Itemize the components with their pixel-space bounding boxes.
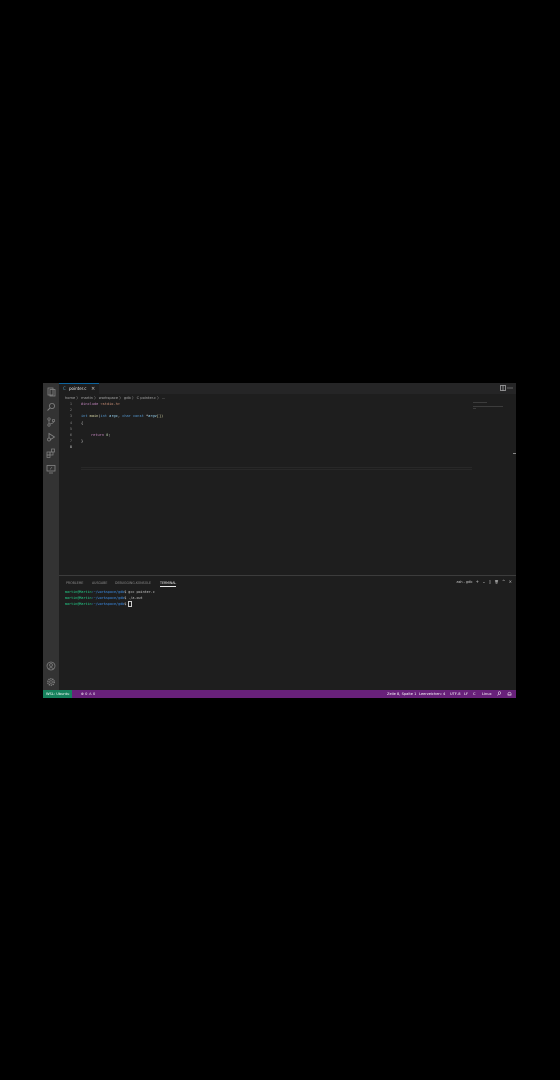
line-number: 6 — [69, 433, 72, 437]
line-number: 4 — [69, 420, 72, 425]
tab-label: pointer.c — [69, 386, 87, 391]
explorer-icon[interactable] — [46, 387, 56, 397]
minimap[interactable] — [473, 401, 511, 409]
close-panel-icon[interactable]: × — [509, 579, 512, 584]
prompt-path: :~/workspace/gdb — [91, 602, 125, 606]
line-number: 2 — [69, 408, 72, 413]
run-debug-icon[interactable] — [46, 432, 56, 442]
prompt-user: martin@Martin — [65, 595, 92, 600]
more-actions-icon[interactable] — [507, 385, 513, 394]
vscode-window: C pointer.c × home 〉 martin 〉 workspace … — [43, 383, 516, 698]
tab-debug-console[interactable]: DEBUGGING-KONSOLE — [115, 580, 151, 586]
language-mode[interactable]: C — [473, 690, 476, 698]
feedback-icon[interactable] — [497, 690, 502, 698]
os-indicator[interactable]: Linux — [482, 690, 492, 698]
eol-setting[interactable]: LF — [464, 690, 468, 698]
notifications-bell-icon[interactable] — [507, 690, 512, 698]
line-number: 5 — [69, 426, 72, 431]
remote-indicator[interactable]: WSL: Ubuntu — [43, 690, 73, 698]
tab-terminal[interactable]: TERMINAL — [160, 580, 177, 587]
line-number: 3 — [69, 414, 72, 419]
tab-output[interactable]: AUSGABE — [92, 580, 107, 586]
prompt-path: :~/workspace/gdb — [91, 590, 125, 594]
bottom-panel: PROBLEME AUSGABE DEBUGGING-KONSOLE TERMI… — [59, 575, 516, 691]
terminal-instance-label[interactable]: ash - gdb — [457, 580, 473, 584]
source-control-icon[interactable] — [46, 417, 56, 427]
token: ; — [108, 433, 111, 437]
token: const — [130, 414, 144, 419]
code-line-1: #include <stdio.h> — [81, 401, 120, 407]
maximize-panel-icon[interactable]: ^ — [502, 579, 505, 584]
prompt-path: :~/workspace/gdb — [91, 595, 125, 600]
prompt-user: martin@Martin — [65, 590, 92, 594]
new-terminal-icon[interactable]: + — [476, 579, 479, 584]
tab-close-icon[interactable]: × — [91, 385, 95, 393]
token: <stdio.h> — [98, 402, 120, 406]
indentation-setting[interactable]: Leerzeichen: 4 — [419, 690, 445, 698]
code-line-7: } — [81, 439, 84, 444]
current-line-highlight — [81, 467, 472, 470]
code-editor[interactable]: 1 2 3 4 5 6 7 8 #include <stdio.h> int m… — [59, 401, 516, 575]
panel-toolbar: ash - gdb + ⌄ ▯ 🗑 ^ × — [455, 579, 512, 585]
status-bar: WSL: Ubuntu ⊗ 0 ⚠ 0 Zeile 8, Spalte 1 Le… — [43, 690, 516, 698]
terminal-cursor — [128, 601, 133, 607]
line-number: 7 — [69, 439, 72, 444]
trash-icon[interactable]: 🗑 — [494, 580, 498, 584]
activity-bar — [43, 383, 59, 690]
token: main — [87, 414, 99, 419]
command-text: ./a.out — [126, 595, 143, 600]
settings-gear-icon[interactable] — [46, 677, 56, 687]
line-number-active: 8 — [69, 445, 72, 450]
encoding-setting[interactable]: UTF-8 — [450, 690, 460, 698]
tab-pointer-c[interactable]: C pointer.c × — [59, 383, 99, 394]
tab-problems[interactable]: PROBLEME — [66, 580, 83, 586]
token: argv — [148, 414, 157, 419]
search-icon[interactable] — [46, 402, 56, 412]
extensions-icon[interactable] — [46, 448, 56, 458]
token: argc — [107, 414, 118, 419]
split-editor-icon[interactable] — [500, 385, 506, 394]
problems-indicator[interactable]: ⊗ 0 ⚠ 0 — [81, 690, 95, 698]
prompt-symbol: $ — [124, 602, 127, 606]
command-text: gcc pointer.c — [126, 590, 155, 594]
code-line-6: return 0; — [91, 432, 110, 438]
token: return — [91, 433, 104, 437]
token: #include — [81, 402, 99, 406]
split-terminal-icon[interactable]: ▯ — [489, 579, 491, 584]
token: []) — [156, 414, 164, 419]
code-line-4: { — [81, 420, 84, 425]
terminal-dropdown-icon[interactable]: ⌄ — [482, 579, 485, 584]
code-line-3: int main(int argc, char const *argv[]) — [81, 413, 163, 419]
remote-explorer-icon[interactable] — [46, 464, 56, 474]
scrollbar-marker[interactable] — [513, 453, 516, 454]
terminal-line[interactable]: martin@Martin:~/workspace/gdb$ — [65, 601, 133, 608]
cursor-position[interactable]: Zeile 8, Spalte 1 — [387, 690, 416, 698]
account-icon[interactable] — [46, 661, 56, 671]
prompt-user: martin@Martin — [65, 602, 92, 606]
c-file-icon: C — [63, 386, 66, 391]
token: char — [122, 414, 131, 419]
editor-tab-bar: C pointer.c × — [59, 383, 516, 394]
line-number: 1 — [69, 402, 72, 406]
